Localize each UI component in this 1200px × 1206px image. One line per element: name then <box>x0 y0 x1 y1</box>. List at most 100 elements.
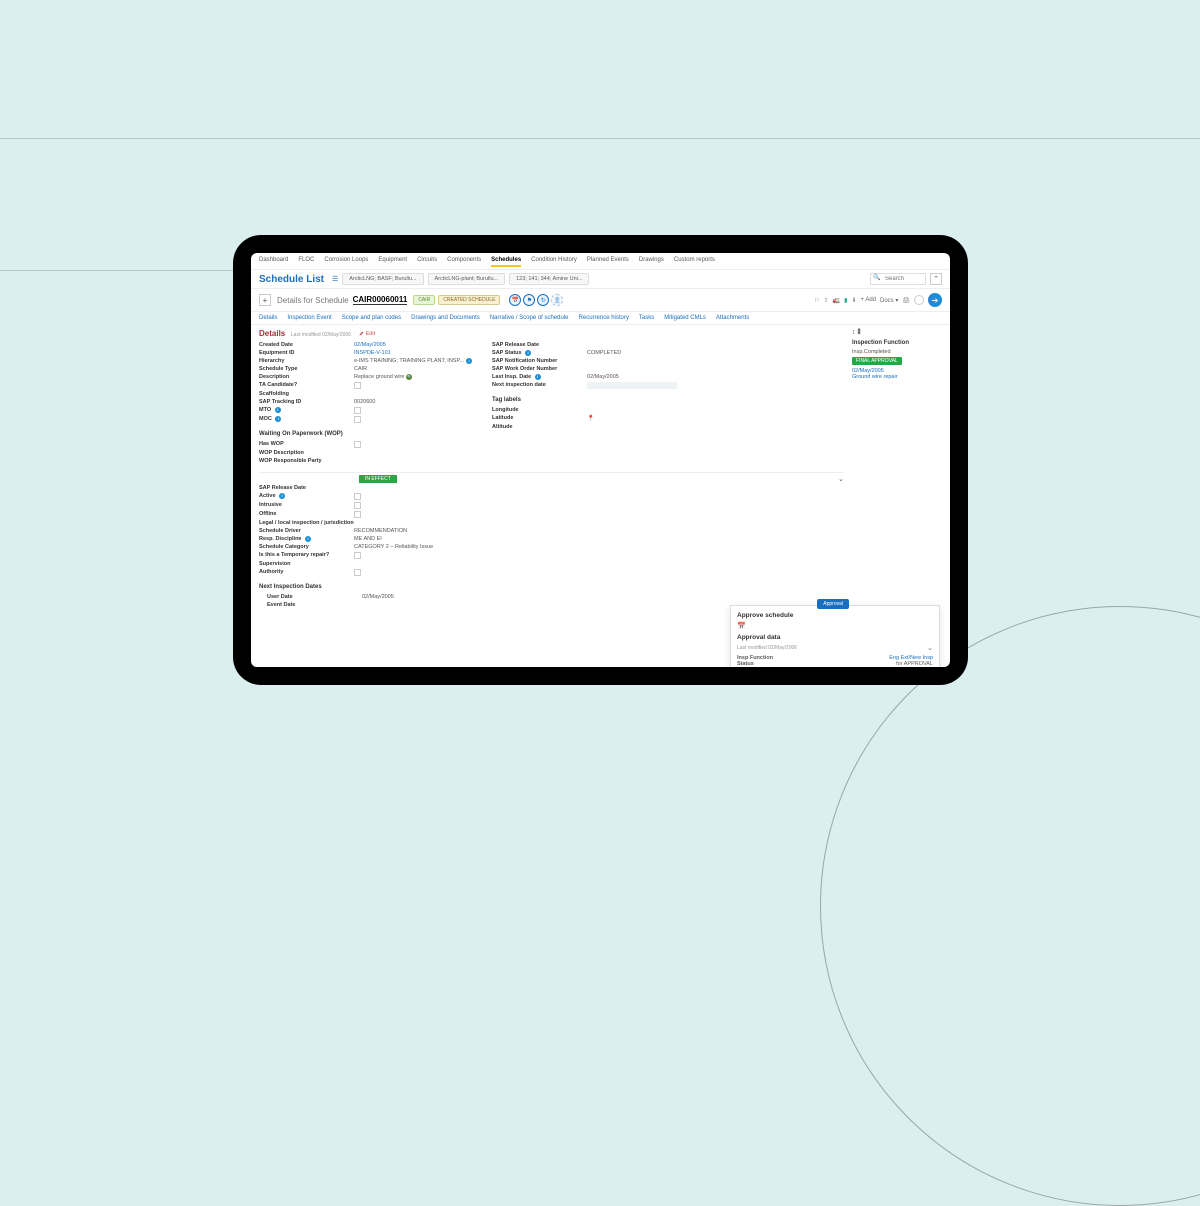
truck-icon[interactable]: 🚛 <box>833 297 840 304</box>
lbl-mto: MTO i <box>259 407 354 414</box>
tab-mitigated-cmls[interactable]: Mitigated CMLs <box>664 315 706 321</box>
user-icon[interactable]: 👤 <box>551 294 563 306</box>
approval-pill: Approval <box>817 599 849 609</box>
info-icon-mto[interactable]: i <box>275 407 281 413</box>
docs-label[interactable]: Docs ▾ <box>880 297 898 304</box>
lbl-temp-repair: Is this a Temporary repair? <box>259 552 354 559</box>
download-icon[interactable]: ⬇ <box>851 297 856 304</box>
edit-link[interactable]: Edit <box>359 331 375 337</box>
val-created-date: 02/May/2005 <box>354 342 386 348</box>
val-approve-status: for APPROVAL <box>896 661 933 667</box>
flag-icon[interactable]: ⚑ <box>523 294 535 306</box>
add-label[interactable]: + Add <box>860 297 876 303</box>
tab-attachments[interactable]: Attachments <box>716 315 749 321</box>
nav-condition-history[interactable]: Condition History <box>531 257 577 267</box>
side-panel: ↕ ⦀ Inspection Function Insp.Completed F… <box>852 329 942 608</box>
chk-has-wop[interactable] <box>354 441 361 448</box>
collapse-button[interactable]: ⌃ <box>930 273 942 285</box>
page-title: Schedule List <box>259 274 324 285</box>
chk-active[interactable] <box>354 493 361 500</box>
crumb-1[interactable]: ArcticLNG; BASF; Burullu... <box>342 273 423 285</box>
val-description: Replace ground wire <box>354 374 404 380</box>
lbl-equipment-id: Equipment ID <box>259 350 354 356</box>
lbl-offline: Offline <box>259 511 354 518</box>
lbl-sap-tracking: SAP Tracking ID <box>259 399 354 405</box>
tab-details[interactable]: Details <box>259 315 277 321</box>
doc-icon[interactable]: ▮ <box>844 297 847 304</box>
next-insp-dates-heading: Next Inspection Dates <box>259 584 433 590</box>
print-icon[interactable]: 🖨 <box>902 297 910 304</box>
minus-icon[interactable] <box>914 295 924 305</box>
val-sap-status: COMPLETED <box>587 350 621 356</box>
lbl-wop-resp: WOP Responsible Party <box>259 458 354 464</box>
lbl-description: Description <box>259 374 354 380</box>
nav-dashboard[interactable]: Dashboard <box>259 257 288 267</box>
nav-equipment[interactable]: Equipment <box>378 257 407 267</box>
lbl-supervision: Supervision <box>259 561 354 567</box>
info-icon-resp[interactable]: i <box>305 536 311 542</box>
nav-schedules[interactable]: Schedules <box>491 257 521 267</box>
crumb-2[interactable]: ArcticLNG-plant; Burullu... <box>428 273 506 285</box>
lbl-intrusive: Intrusive <box>259 502 354 509</box>
chk-moc[interactable] <box>354 416 361 423</box>
pin-icon[interactable]: 📍 <box>587 415 594 422</box>
detail-prefix: Details for Schedule <box>277 296 349 305</box>
side-note[interactable]: Ground wire repair <box>852 374 942 380</box>
calendar-icon[interactable]: 📅 <box>509 294 521 306</box>
tab-inspection-event[interactable]: Inspection Event <box>287 315 331 321</box>
tab-recurrence[interactable]: Recurrence history <box>579 315 629 321</box>
lbl-sched-driver: Schedule Driver <box>259 528 354 534</box>
lbl-sap-status: SAP Status i <box>492 350 587 356</box>
nav-floc[interactable]: FLOC <box>298 257 314 267</box>
tab-tasks[interactable]: Tasks <box>639 315 654 321</box>
flag-action-icon[interactable]: ⚐ <box>814 297 819 304</box>
approve-title: Approve schedule <box>737 612 933 619</box>
chk-temp-repair[interactable] <box>354 552 361 559</box>
calendar-small-icon[interactable]: 📅 <box>737 622 933 630</box>
val-hierarchy: e-IMS TRAINING; TRAINING PLANT; INSP... <box>354 358 464 364</box>
refresh-icon[interactable]: ↻ <box>537 294 549 306</box>
sort-icon[interactable]: ↕ ⦀ <box>852 329 861 337</box>
lbl-sap-notif: SAP Notification Number <box>492 358 587 364</box>
chk-intrusive[interactable] <box>354 502 361 509</box>
info-icon-moc[interactable]: i <box>275 416 281 422</box>
chk-mto[interactable] <box>354 407 361 414</box>
tab-drawings-docs[interactable]: Drawings and Documents <box>411 315 480 321</box>
share-icon[interactable]: ⇪ <box>824 297 829 304</box>
search-small-icon[interactable]: 🔍 <box>406 374 412 380</box>
filter-icon[interactable]: ☰ <box>332 275 338 283</box>
wop-heading: Waiting On Paperwork (WOP) <box>259 431 472 437</box>
lbl-ta-candidate: TA Candidate? <box>259 382 354 389</box>
nav-planned-events[interactable]: Planned Events <box>587 257 629 267</box>
nav-drawings[interactable]: Drawings <box>639 257 664 267</box>
add-button[interactable]: + <box>259 294 271 306</box>
info-icon-lastinsp[interactable]: i <box>535 374 541 380</box>
tab-scope-plan[interactable]: Scope and plan codes <box>342 315 401 321</box>
info-icon-active[interactable]: i <box>279 493 285 499</box>
val-equipment-id[interactable]: INSPDE-V-101 <box>354 350 391 356</box>
val-schedule-type: CAIR <box>354 366 367 372</box>
lbl-user-date: User Date <box>267 594 362 600</box>
lbl-last-insp: Last Insp. Date i <box>492 374 587 380</box>
approve-popup: Approval Approve schedule 📅 Approval dat… <box>730 605 940 667</box>
tab-narrative[interactable]: Narrative / Scope of schedule <box>490 315 569 321</box>
sub-tabs: Details Inspection Event Scope and plan … <box>251 312 950 325</box>
chk-ta-candidate[interactable] <box>354 382 361 389</box>
lbl-sap-release: SAP Release Date <box>492 342 587 348</box>
nav-components[interactable]: Components <box>447 257 481 267</box>
lbl-moc: MOC i <box>259 416 354 423</box>
info-icon[interactable]: i <box>466 358 472 364</box>
nav-corrosion-loops[interactable]: Corrosion Loops <box>324 257 368 267</box>
collapse-icon[interactable]: ⌄ <box>838 475 844 483</box>
val-sched-cat: CATEGORY 2 – Reliability Issue <box>354 544 433 550</box>
chevron-down-icon[interactable]: ⌄ <box>927 644 933 652</box>
nav-custom-reports[interactable]: Custom reports <box>674 257 715 267</box>
info-icon-sap[interactable]: i <box>525 350 531 356</box>
nav-circuits[interactable]: Circuits <box>417 257 437 267</box>
chk-offline[interactable] <box>354 511 361 518</box>
crumb-3[interactable]: 123; 141; 344; Amine Uni... <box>509 273 589 285</box>
next-arrow-icon[interactable]: ➔ <box>928 293 942 307</box>
chk-authority[interactable] <box>354 569 361 576</box>
val-last-insp: 02/May/2005 <box>587 374 619 380</box>
approval-data-heading: Approval data <box>737 634 933 641</box>
